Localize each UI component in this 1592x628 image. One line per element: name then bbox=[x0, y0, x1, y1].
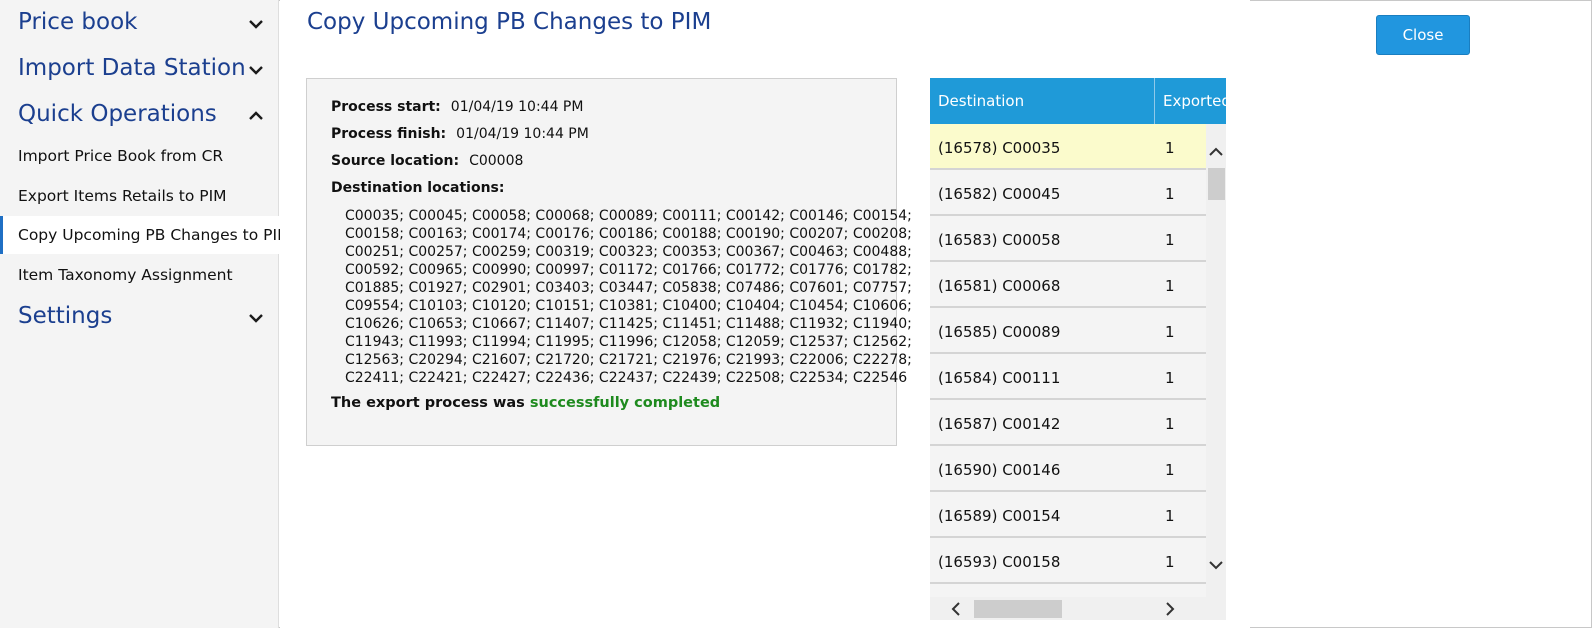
exported-cell: 1 bbox=[1165, 553, 1175, 571]
destination-cell: (16581) C00068 bbox=[938, 277, 1061, 295]
source-location-label: Source location: bbox=[331, 153, 460, 169]
process-start-value: 01/04/19 10:44 PM bbox=[450, 99, 584, 115]
destination-cell: (16584) C00111 bbox=[938, 369, 1061, 387]
column-header-destination[interactable]: Destination bbox=[930, 78, 1155, 124]
destination-line: C00035; C00045; C00058; C00068; C00089; … bbox=[345, 208, 912, 224]
table-row[interactable]: (16587) C00142 1 bbox=[930, 400, 1206, 446]
process-finish-row: Process finish: 01/04/19 10:44 PM bbox=[331, 126, 589, 142]
chevron-down-icon bbox=[249, 66, 263, 75]
sidebar-item-label: Import Price Book from CR bbox=[18, 147, 224, 165]
process-summary-panel: Process start: 01/04/19 10:44 PM Process … bbox=[306, 78, 912, 446]
exported-cell: 1 bbox=[1165, 323, 1175, 341]
chevron-up-icon bbox=[249, 111, 263, 120]
sidebar-item-label: Item Taxonomy Assignment bbox=[18, 266, 233, 284]
process-finish-label: Process finish: bbox=[331, 126, 447, 142]
nav-group-settings[interactable]: Settings bbox=[0, 297, 279, 337]
exported-cell: 1 bbox=[1165, 507, 1175, 525]
destination-cell: (16585) C00089 bbox=[938, 323, 1061, 341]
column-header-label: Destination bbox=[938, 92, 1025, 110]
sidebar-item-copy-upcoming-pb-changes[interactable]: Copy Upcoming PB Changes to PIM bbox=[0, 216, 290, 254]
grid-header: Destination Exported bbox=[930, 78, 1231, 124]
scroll-left-icon[interactable] bbox=[947, 600, 965, 618]
nav-group-price-book[interactable]: Price book bbox=[0, 3, 279, 43]
exported-cell: 1 bbox=[1165, 277, 1175, 295]
chevron-down-icon bbox=[249, 20, 263, 29]
destination-locations-row: Destination locations: bbox=[331, 180, 514, 196]
nav-group-label: Price book bbox=[18, 9, 138, 35]
close-button[interactable]: Close bbox=[1376, 15, 1470, 55]
main-content: Copy Upcoming PB Changes to PIM Process … bbox=[280, 0, 1250, 628]
table-row[interactable]: (16581) C00068 1 bbox=[930, 262, 1206, 308]
destination-line: C09554; C10103; C10120; C10151; C10381; … bbox=[345, 298, 912, 314]
exported-cell: 1 bbox=[1165, 369, 1175, 387]
exported-cell: 1 bbox=[1165, 461, 1175, 479]
table-row[interactable]: (16593) C00158 1 bbox=[930, 538, 1206, 584]
destination-cell: (16582) C00045 bbox=[938, 185, 1061, 203]
scroll-down-icon[interactable] bbox=[1207, 556, 1225, 574]
table-row[interactable]: (16583) C00058 1 bbox=[930, 216, 1206, 262]
exported-cell: 1 bbox=[1165, 415, 1175, 433]
destination-line: C00158; C00163; C00174; C00176; C00186; … bbox=[345, 226, 912, 242]
vertical-scrollbar[interactable] bbox=[1206, 124, 1226, 597]
horizontal-scroll-thumb[interactable] bbox=[974, 600, 1062, 618]
sidebar-item-label: Copy Upcoming PB Changes to PIM bbox=[18, 226, 291, 244]
source-location-value: C00008 bbox=[469, 153, 524, 169]
destination-locations-list: C00035; C00045; C00058; C00068; C00089; … bbox=[345, 207, 912, 387]
nav-group-label: Quick Operations bbox=[18, 101, 217, 127]
nav-group-label: Settings bbox=[18, 303, 113, 329]
nav-group-label: Import Data Station bbox=[18, 55, 246, 81]
destination-line: C00251; C00257; C00259; C00319; C00323; … bbox=[345, 244, 912, 260]
exported-cell: 1 bbox=[1165, 139, 1175, 157]
destination-line: C01885; C01927; C02901; C03403; C03447; … bbox=[345, 280, 912, 296]
sidebar-item-import-price-book[interactable]: Import Price Book from CR bbox=[0, 137, 279, 175]
sidebar-item-label: Export Items Retails to PIM bbox=[18, 187, 227, 205]
sidebar-item-item-taxonomy[interactable]: Item Taxonomy Assignment bbox=[0, 256, 279, 294]
table-row[interactable]: (16590) C00146 1 bbox=[930, 446, 1206, 492]
chevron-down-icon bbox=[249, 314, 263, 323]
result-message: The export process was successfully comp… bbox=[331, 395, 720, 411]
destination-cell: (16578) C00035 bbox=[938, 139, 1061, 157]
exported-cell: 1 bbox=[1165, 185, 1175, 203]
scroll-right-icon[interactable] bbox=[1161, 600, 1179, 618]
table-row[interactable]: (16584) C00111 1 bbox=[930, 354, 1206, 400]
scroll-up-icon[interactable] bbox=[1207, 143, 1225, 161]
destination-line: C11943; C11993; C11994; C11995; C11996; … bbox=[345, 334, 912, 350]
table-row[interactable]: (16582) C00045 1 bbox=[930, 170, 1206, 216]
nav-group-quick-operations[interactable]: Quick Operations bbox=[0, 95, 279, 135]
exported-cell: 1 bbox=[1165, 231, 1175, 249]
nav-group-import-data-station[interactable]: Import Data Station bbox=[0, 49, 279, 89]
table-row[interactable]: (16589) C00154 1 bbox=[930, 492, 1206, 538]
result-prefix: The export process was bbox=[331, 395, 525, 411]
destination-line: C00592; C00965; C00990; C00997; C01172; … bbox=[345, 262, 912, 278]
horizontal-scrollbar[interactable] bbox=[930, 597, 1226, 620]
process-start-label: Process start: bbox=[331, 99, 441, 115]
destination-line: C12563; C20294; C21607; C21720; C21721; … bbox=[345, 352, 912, 368]
column-header-label: Exported bbox=[1163, 92, 1231, 110]
result-status: successfully completed bbox=[529, 395, 721, 411]
page-title: Copy Upcoming PB Changes to PIM bbox=[307, 9, 712, 35]
source-location-row: Source location: C00008 bbox=[331, 153, 523, 169]
process-start-row: Process start: 01/04/19 10:44 PM bbox=[331, 99, 583, 115]
sidebar-item-export-items-retails[interactable]: Export Items Retails to PIM bbox=[0, 177, 279, 215]
destination-cell: (16589) C00154 bbox=[938, 507, 1061, 525]
table-row[interactable]: (16578) C00035 1 bbox=[930, 124, 1206, 170]
process-finish-value: 01/04/19 10:44 PM bbox=[456, 126, 589, 142]
destination-cell: (16590) C00146 bbox=[938, 461, 1061, 479]
vertical-scroll-thumb[interactable] bbox=[1208, 168, 1225, 200]
destination-cell: (16583) C00058 bbox=[938, 231, 1061, 249]
destination-locations-label: Destination locations: bbox=[331, 180, 505, 196]
table-row[interactable]: (16585) C00089 1 bbox=[930, 308, 1206, 354]
destination-grid: Destination Exported (16578) C00035 1 (1… bbox=[930, 78, 1231, 620]
grid-body: (16578) C00035 1 (16582) C00045 1 (16583… bbox=[930, 124, 1206, 597]
destination-line: C22411; C22421; C22427; C22436; C22437; … bbox=[345, 370, 908, 386]
destination-line: C10626; C10653; C10667; C11407; C11425; … bbox=[345, 316, 912, 332]
destination-cell: (16593) C00158 bbox=[938, 553, 1061, 571]
destination-cell: (16587) C00142 bbox=[938, 415, 1061, 433]
sidebar: Price book Import Data Station Quick Ope… bbox=[0, 0, 290, 628]
